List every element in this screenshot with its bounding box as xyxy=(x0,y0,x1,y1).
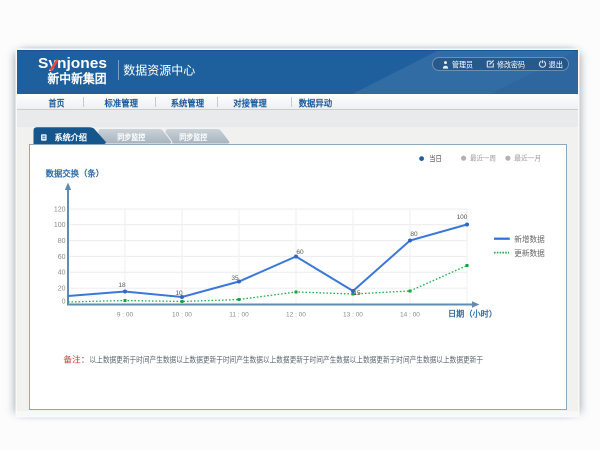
svg-text:同步监控: 同步监控 xyxy=(117,132,145,142)
svg-text:新中新集团: 新中新集团 xyxy=(48,71,107,86)
svg-text:修改密码: 修改密码 xyxy=(497,60,525,70)
svg-text:12 : 00: 12 : 00 xyxy=(286,312,306,319)
svg-text:15: 15 xyxy=(353,290,361,297)
svg-text:120: 120 xyxy=(54,207,66,214)
svg-text:对接管理: 对接管理 xyxy=(233,97,266,108)
svg-text:新增数据: 新增数据 xyxy=(514,234,545,244)
svg-text:0: 0 xyxy=(62,299,66,306)
svg-text:60: 60 xyxy=(296,249,304,256)
svg-text:系统管理: 系统管理 xyxy=(171,97,205,108)
svg-text:35: 35 xyxy=(231,275,239,282)
svg-text:标准管理: 标准管理 xyxy=(104,97,138,108)
svg-text:日期（小时）: 日期（小时） xyxy=(448,309,497,319)
svg-text:10 : 00: 10 : 00 xyxy=(172,312,192,319)
svg-text:首页: 首页 xyxy=(49,97,65,108)
svg-text:最近一月: 最近一月 xyxy=(514,154,541,163)
svg-text:数据资源中心: 数据资源中心 xyxy=(123,62,195,77)
svg-text:同步监控: 同步监控 xyxy=(179,132,207,142)
svg-text:退出: 退出 xyxy=(549,60,564,70)
svg-text:以上数据更新于时间产生数据以上数据更新于时间产生数据以上数据: 以上数据更新于时间产生数据以上数据更新于时间产生数据以上数据更新于时间产生数据以… xyxy=(90,354,484,364)
svg-text:10: 10 xyxy=(175,290,183,297)
svg-text:80: 80 xyxy=(410,231,418,238)
svg-text:Synjones: Synjones xyxy=(38,56,107,72)
svg-text:14 : 00: 14 : 00 xyxy=(400,312,420,319)
svg-text:数据交换（条）: 数据交换（条） xyxy=(46,169,105,179)
svg-text:最近一周: 最近一周 xyxy=(470,154,496,163)
svg-text:管理员: 管理员 xyxy=(452,60,473,70)
svg-text:当日: 当日 xyxy=(429,153,442,163)
svg-text:20: 20 xyxy=(58,286,66,293)
svg-text:9 : 00: 9 : 00 xyxy=(117,312,134,319)
svg-text:13 : 00: 13 : 00 xyxy=(343,312,363,319)
svg-text:数据异动: 数据异动 xyxy=(299,97,333,108)
svg-text:40: 40 xyxy=(58,270,66,277)
svg-text:11 : 00: 11 : 00 xyxy=(229,312,249,319)
svg-text:备注：: 备注： xyxy=(63,354,89,364)
svg-text:18: 18 xyxy=(118,282,126,289)
svg-text:100: 100 xyxy=(457,214,468,221)
svg-text:80: 80 xyxy=(58,238,66,245)
svg-text:更新数据: 更新数据 xyxy=(514,248,545,258)
svg-text:系统介绍: 系统介绍 xyxy=(55,133,88,143)
svg-text:100: 100 xyxy=(54,222,66,229)
svg-text:60: 60 xyxy=(58,254,66,261)
